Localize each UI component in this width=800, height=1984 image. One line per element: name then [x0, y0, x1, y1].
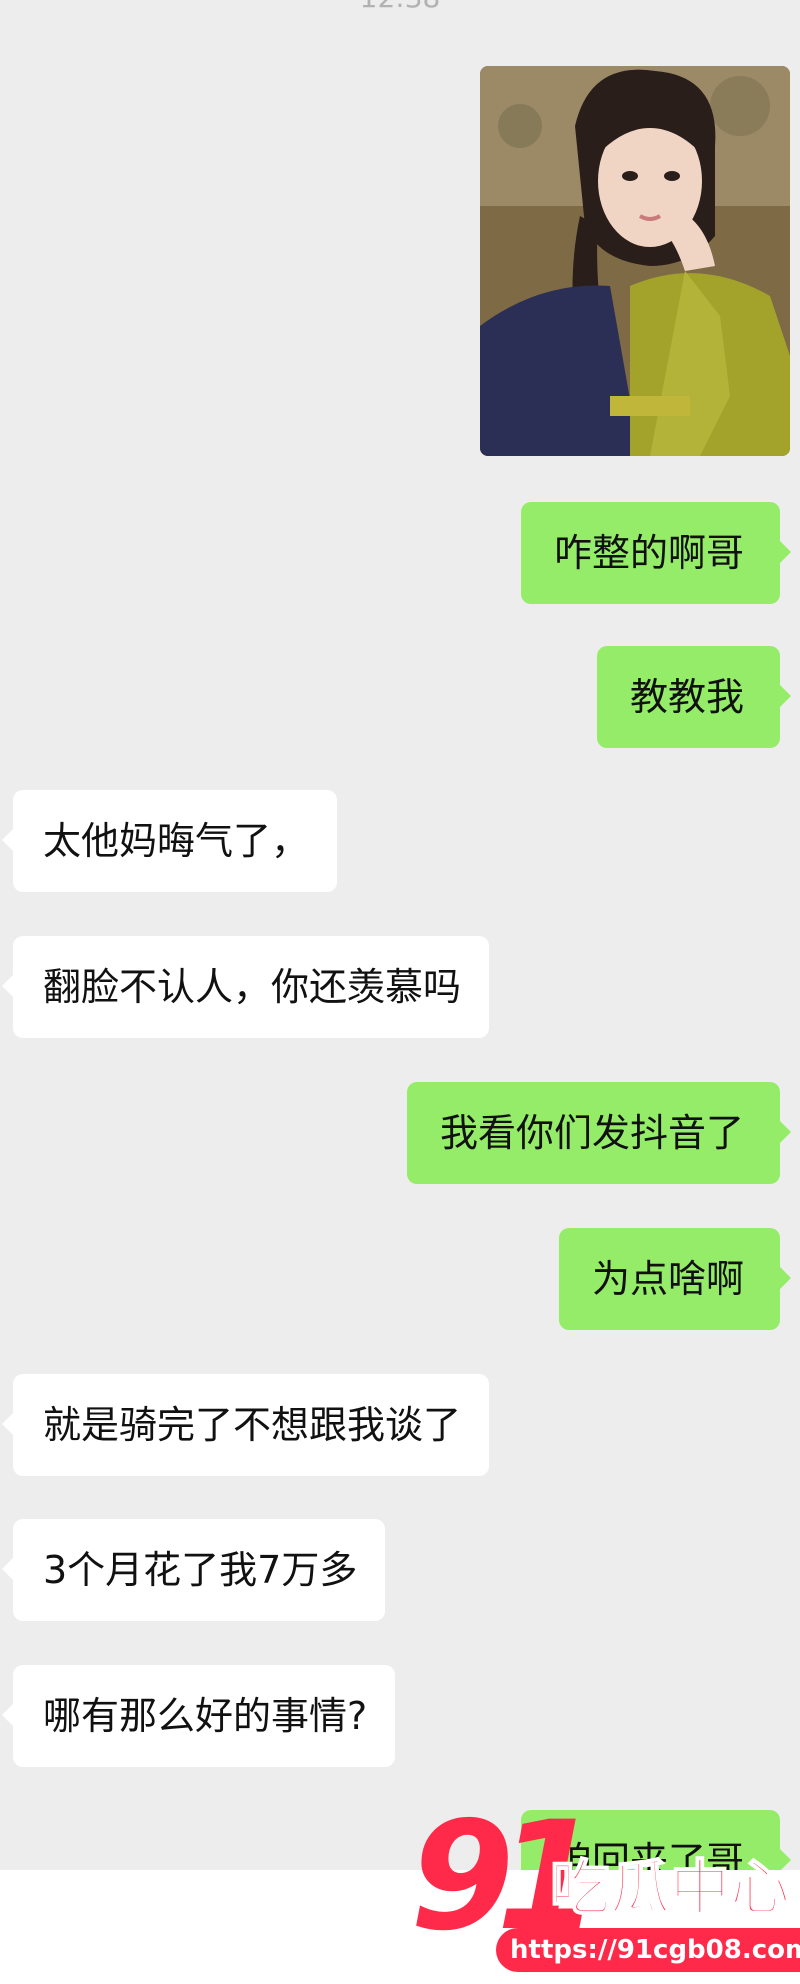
received-message-bubble[interactable]: 翻脸不认人，你还羡慕吗	[1, 936, 490, 1038]
image-message[interactable]	[480, 66, 790, 456]
sent-message-bubble[interactable]: 教教我	[596, 646, 792, 748]
selfie-photo-icon	[480, 66, 790, 456]
site-watermark: 91 吃瓜中心 https://91cgb08.com	[410, 1800, 800, 1984]
received-message-bubble[interactable]: 哪有那么好的事情?	[1, 1665, 396, 1767]
sent-message-bubble[interactable]: 我看你们发抖音了	[406, 1082, 792, 1184]
sent-message-bubble[interactable]: 咋整的啊哥	[520, 502, 792, 604]
received-message-bubble[interactable]: 太他妈晦气了，	[1, 790, 338, 892]
received-message-bubble[interactable]: 就是骑完了不想跟我谈了	[1, 1374, 490, 1476]
received-message-bubble[interactable]: 3个月花了我7万多	[1, 1519, 386, 1621]
watermark-url: https://91cgb08.com	[496, 1928, 800, 1972]
message-timestamp: 12:38	[0, 0, 800, 18]
sent-message-bubble[interactable]: 为点啥啊	[558, 1228, 792, 1330]
watermark-title: 吃瓜中心	[549, 1853, 791, 1925]
